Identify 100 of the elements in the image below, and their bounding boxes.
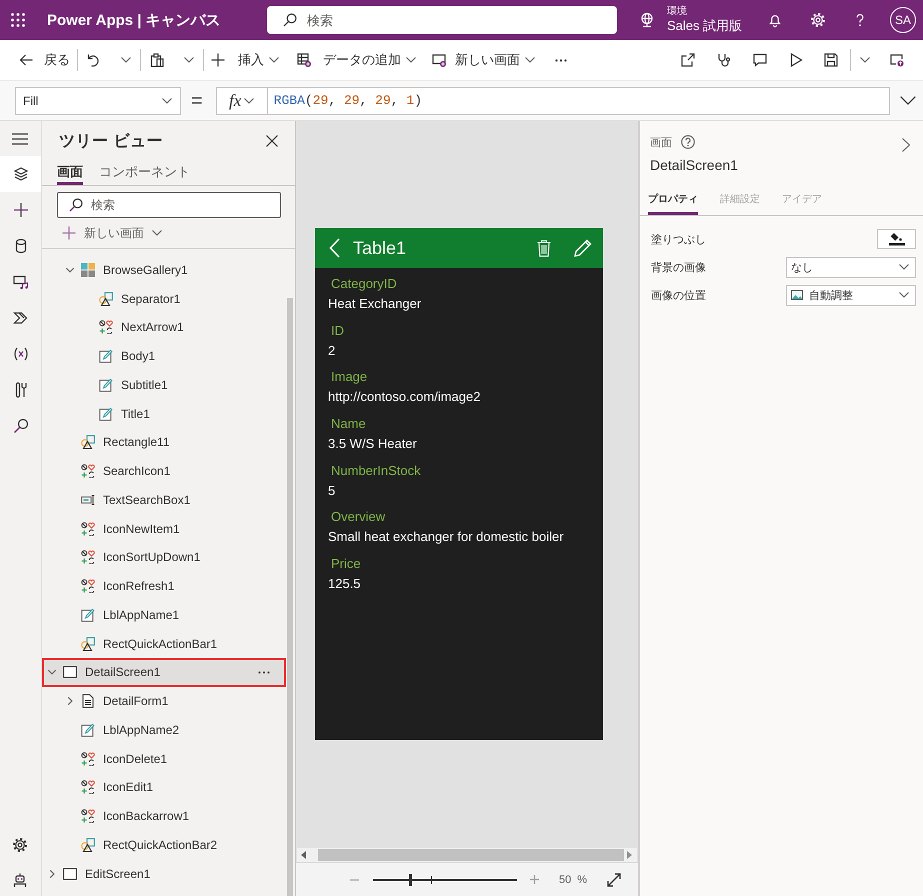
new-screen-button[interactable]: 新しい画面 (428, 45, 539, 75)
comment-icon[interactable] (753, 53, 767, 67)
tree-item[interactable]: Subtitle1 (99, 370, 168, 400)
tab[interactable]: プロパティ (648, 183, 698, 215)
tree-item[interactable]: IconEdit1 (81, 773, 154, 802)
slider-thumb[interactable] (408, 874, 412, 886)
tree-item[interactable]: IconSortUpDown1 (81, 543, 200, 572)
chevron-down-icon[interactable] (121, 57, 131, 63)
tree-item[interactable]: RectQuickActionBar1 (81, 629, 218, 658)
paint-bucket-icon (888, 232, 904, 246)
add-data-button[interactable]: データの追加 (293, 45, 420, 75)
tree-item[interactable]: Body1 (99, 342, 156, 371)
stethoscope-icon[interactable] (717, 53, 731, 67)
dropdown[interactable]: なし (786, 256, 916, 278)
shapes-icon (81, 435, 95, 450)
variable-icon (12, 346, 28, 362)
formula-field[interactable]: RGBA(29, 29, 29, 1) (268, 86, 890, 114)
field-label: CategoryID (331, 275, 397, 293)
property-dropdown[interactable]: Fill (15, 86, 181, 114)
menu-icon[interactable] (12, 132, 28, 144)
more-icon[interactable] (258, 670, 270, 674)
save-icon[interactable] (824, 53, 838, 67)
media-icon (12, 274, 28, 290)
tree-item[interactable]: IconBackarrow1 (81, 802, 190, 831)
app-launcher-icon[interactable] (11, 13, 25, 27)
clipboard-icon[interactable] (150, 53, 164, 67)
share-icon[interactable] (681, 53, 695, 67)
scrollbar-thumb[interactable] (287, 298, 293, 896)
tree-item[interactable]: RectQuickActionBar2 (81, 830, 218, 860)
close-icon[interactable] (266, 135, 278, 147)
function-button[interactable]: fx (216, 86, 268, 114)
triangle-left-icon[interactable] (301, 851, 306, 859)
new-screen-button[interactable]: 新しい画面 (62, 222, 162, 244)
robot-icon[interactable] (12, 872, 28, 888)
back-button[interactable]: 戻る (14, 45, 72, 75)
symbols-icon (81, 809, 95, 824)
panel-title: ツリー ビュー (59, 132, 163, 152)
tree-item[interactable]: Separator1 (99, 284, 180, 314)
chevron-down-icon (525, 57, 535, 63)
chevron-down-icon[interactable] (860, 57, 870, 63)
tree-view-tab[interactable] (0, 156, 41, 192)
fill-color-button[interactable] (877, 229, 916, 249)
user-avatar[interactable]: SA (890, 7, 916, 33)
pencil-icon[interactable] (574, 239, 592, 257)
horizontal-scrollbar[interactable] (297, 848, 637, 862)
tree-item[interactable]: IconDelete1 (81, 744, 168, 774)
tree-item[interactable]: NextArrow1 (99, 313, 184, 342)
symbols-icon (81, 579, 95, 594)
field-label: ID (331, 322, 344, 340)
chevron-left-icon[interactable] (329, 238, 340, 258)
tree-item[interactable]: TextSearchBox1 (81, 486, 190, 514)
pencil-box-icon (99, 378, 113, 392)
trash-icon[interactable] (537, 240, 551, 256)
help-icon[interactable] (681, 135, 695, 149)
tree-item[interactable]: IconNewItem1 (81, 514, 180, 544)
tree-item[interactable]: EditScreen1 (44, 859, 150, 888)
dropdown[interactable]: 自動調整 (786, 284, 916, 306)
scrollbar-thumb[interactable] (318, 849, 624, 861)
tree-item[interactable]: BrowseGallery1 (62, 256, 188, 284)
chevron-right-icon[interactable] (902, 138, 910, 152)
tree-item[interactable]: Rectangle11 (81, 428, 170, 457)
field-value: 125.5 (328, 574, 361, 593)
pencil-box-icon (81, 722, 95, 737)
arrow-left-icon (19, 53, 33, 67)
chevron-down-icon[interactable] (900, 96, 916, 105)
tree-item[interactable]: Title1 (99, 399, 150, 428)
chevron-right-icon[interactable] (48, 870, 56, 878)
grid-icon (81, 262, 95, 277)
zoom-unit: % (577, 874, 588, 886)
selected-screen-name: DetailScreen1 (650, 156, 738, 175)
triangle-right-icon[interactable] (627, 851, 632, 859)
field-label: NumberInStock (331, 462, 421, 480)
more-icon[interactable] (555, 58, 567, 62)
environment-button[interactable]: 環境 Sales 試用版 (639, 6, 742, 34)
search-field[interactable]: 検索 (57, 192, 281, 218)
play-icon[interactable] (789, 53, 803, 67)
chevron-right-icon[interactable] (66, 697, 74, 706)
tree-item[interactable]: SearchIcon1 (81, 456, 170, 486)
undo-icon[interactable] (86, 53, 100, 67)
tree-item[interactable]: DetailForm1 (62, 686, 168, 716)
tree-item[interactable]: DetailScreen1 (42, 658, 286, 687)
table-add-icon (297, 53, 311, 67)
expand-icon[interactable] (607, 872, 622, 886)
insert-button[interactable]: 挿入 (207, 45, 283, 75)
chevron-down-icon[interactable] (66, 266, 74, 274)
chevron-down-icon (899, 292, 909, 298)
tab[interactable]: コンポーネント (99, 161, 190, 185)
tree-item[interactable]: LblAppName2 (81, 716, 180, 744)
search-field[interactable]: 検索 (267, 6, 617, 34)
bell-icon[interactable] (767, 12, 783, 28)
chevron-down-icon (269, 57, 279, 63)
shapes-icon (81, 636, 95, 651)
document-icon (81, 694, 95, 708)
publish-icon[interactable] (890, 53, 904, 67)
settings-icon[interactable] (12, 837, 28, 853)
tree-item[interactable]: IconRefresh1 (81, 572, 174, 601)
chevron-down-icon[interactable] (184, 57, 194, 63)
tab[interactable]: 画面 (57, 161, 83, 185)
layers-icon (12, 166, 28, 182)
tree-item[interactable]: LblAppName1 (81, 600, 180, 630)
